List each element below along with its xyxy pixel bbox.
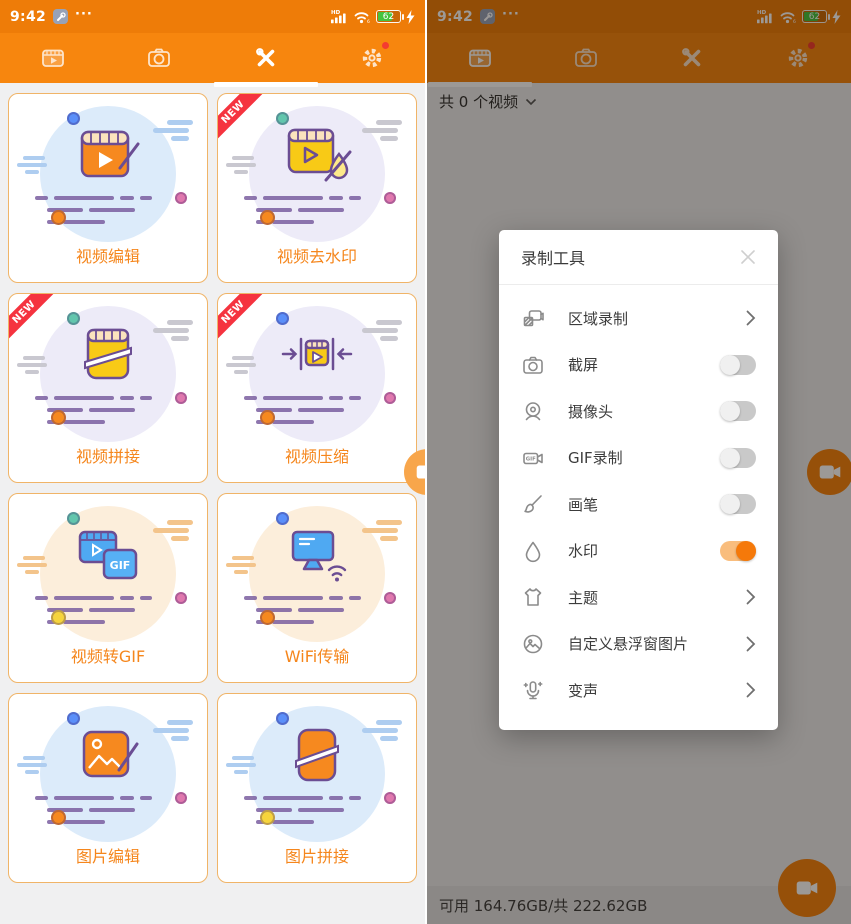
chevron-right-icon xyxy=(746,310,756,326)
region-record-icon xyxy=(521,306,548,330)
dialog-row-label: GIF录制 xyxy=(568,447,720,468)
dialog-row-brush[interactable]: 画笔 xyxy=(521,481,756,528)
feature-card-video-edit[interactable]: 视频编辑 xyxy=(8,93,208,283)
video-edit-icon xyxy=(70,126,146,192)
feature-label: 视频转GIF xyxy=(9,643,207,667)
dialog-row-screenshot[interactable]: 截屏 xyxy=(521,342,756,389)
feature-card-wifi-transfer[interactable]: WiFi传输 xyxy=(217,493,417,683)
theme-icon xyxy=(521,585,548,609)
wifi-icon: 6 xyxy=(354,10,371,24)
video-splice-icon xyxy=(70,326,146,392)
feature-label: 图片编辑 xyxy=(9,843,207,867)
clock: 9:42 xyxy=(10,9,46,25)
toggle-screenshot-off[interactable] xyxy=(720,355,756,375)
toggle-watermark-on[interactable] xyxy=(720,541,756,561)
image-edit-icon xyxy=(70,726,146,792)
battery-icon: 62 xyxy=(376,10,401,23)
svg-text:6: 6 xyxy=(367,19,370,24)
feature-label: 视频编辑 xyxy=(9,243,207,267)
svg-text:HD: HD xyxy=(331,10,341,16)
chevron-right-icon xyxy=(746,589,756,605)
dialog-row-theme[interactable]: 主题 xyxy=(521,574,756,621)
dialog-row-label: 截屏 xyxy=(568,354,720,375)
dual-screenshot-stage: 9:42 ··· HD 6 62 xyxy=(0,0,851,924)
wrench-badge-icon xyxy=(53,9,68,24)
brush-icon xyxy=(521,492,548,516)
feature-illustration xyxy=(232,704,402,846)
webcam-icon xyxy=(521,399,548,423)
feature-illustration xyxy=(23,704,193,846)
toggle-gif-record-off[interactable] xyxy=(720,448,756,468)
custom-float-image-icon xyxy=(521,632,548,656)
image-splice-icon xyxy=(279,726,355,792)
screenshot-icon xyxy=(521,353,548,377)
dialog-row-gif-record[interactable]: GIF GIF录制 xyxy=(521,435,756,482)
chevron-right-icon xyxy=(746,682,756,698)
watermark-icon xyxy=(521,539,548,563)
dialog-row-label: 主题 xyxy=(568,587,746,608)
video-to-gif-icon: GIF xyxy=(70,526,146,592)
feature-label: 视频拼接 xyxy=(9,443,207,467)
feature-card-image-splice[interactable]: 图片拼接 xyxy=(217,693,417,883)
notification-dots: ··· xyxy=(75,7,93,22)
dialog-row-region-record[interactable]: 区域录制 xyxy=(521,295,756,342)
dialog-row-label: 区域录制 xyxy=(568,308,746,329)
toggle-webcam-off[interactable] xyxy=(720,401,756,421)
feature-label: 视频去水印 xyxy=(218,243,416,267)
camera-tab-icon xyxy=(146,45,172,71)
dialog-row-watermark[interactable]: 水印 xyxy=(521,528,756,575)
feature-label: WiFi传输 xyxy=(218,643,416,667)
dialog-row-webcam[interactable]: 摄像头 xyxy=(521,388,756,435)
feature-card-video-watermark-remove[interactable]: NEW 视频去水印 xyxy=(217,93,417,283)
tab-settings[interactable] xyxy=(319,33,425,83)
toggle-brush-off[interactable] xyxy=(720,494,756,514)
dialog-row-custom-float-image[interactable]: 自定义悬浮窗图片 xyxy=(521,621,756,668)
screen-videos-page-with-dialog: 9:42 ··· HD 6 62 共 0 xyxy=(427,0,851,924)
feature-card-grid: 视频编辑 NEW 视频去水印 NEW xyxy=(0,83,425,924)
wifi-transfer-icon xyxy=(279,526,355,592)
screen-tools-page: 9:42 ··· HD 6 62 xyxy=(0,0,425,924)
tab-record[interactable] xyxy=(106,33,212,83)
feature-label: 图片拼接 xyxy=(218,843,416,867)
tab-videos[interactable] xyxy=(0,33,106,83)
feature-card-video-compress[interactable]: NEW 视频压缩 xyxy=(217,293,417,483)
close-icon[interactable] xyxy=(740,249,756,265)
new-badge: NEW xyxy=(217,293,273,349)
feature-label: 视频压缩 xyxy=(218,443,416,467)
new-badge: NEW xyxy=(8,293,64,349)
voice-change-icon xyxy=(521,678,548,702)
settings-tab-icon xyxy=(359,45,385,71)
tools-tab-icon xyxy=(253,45,279,71)
video-watermark-remove-icon xyxy=(279,126,355,192)
feature-card-image-edit[interactable]: 图片编辑 xyxy=(8,693,208,883)
new-badge: NEW xyxy=(217,93,273,149)
charging-bolt-icon xyxy=(406,10,415,24)
dialog-row-voice-change[interactable]: 变声 xyxy=(521,667,756,714)
feature-illustration xyxy=(232,504,402,646)
feature-illustration xyxy=(23,104,193,246)
dialog-row-label: 摄像头 xyxy=(568,401,720,422)
dialog-title: 录制工具 xyxy=(521,245,585,269)
svg-text:GIF: GIF xyxy=(110,559,131,572)
tab-tools[interactable] xyxy=(213,33,319,83)
dialog-row-label: 变声 xyxy=(568,680,746,701)
settings-badge-dot xyxy=(382,42,389,49)
active-tab-indicator xyxy=(214,82,318,87)
recording-tools-dialog: 录制工具 区域录制 截屏 摄像头 GIF GIF录制 画笔 水印 xyxy=(499,230,778,730)
status-bar: 9:42 ··· HD 6 62 xyxy=(0,0,425,33)
gif-record-icon: GIF xyxy=(521,446,548,470)
feature-card-video-splice[interactable]: NEW 视频拼接 xyxy=(8,293,208,483)
video-tab-icon xyxy=(40,45,66,71)
dialog-row-label: 画笔 xyxy=(568,494,720,515)
signal-icon: HD xyxy=(331,9,349,24)
feature-illustration: GIF xyxy=(23,504,193,646)
video-compress-icon xyxy=(279,326,355,392)
tab-bar xyxy=(0,33,425,83)
feature-card-video-to-gif[interactable]: GIF 视频转GIF xyxy=(8,493,208,683)
dialog-row-label: 自定义悬浮窗图片 xyxy=(568,633,746,654)
dialog-row-label: 水印 xyxy=(568,540,720,561)
chevron-right-icon xyxy=(746,636,756,652)
svg-text:GIF: GIF xyxy=(526,456,536,462)
